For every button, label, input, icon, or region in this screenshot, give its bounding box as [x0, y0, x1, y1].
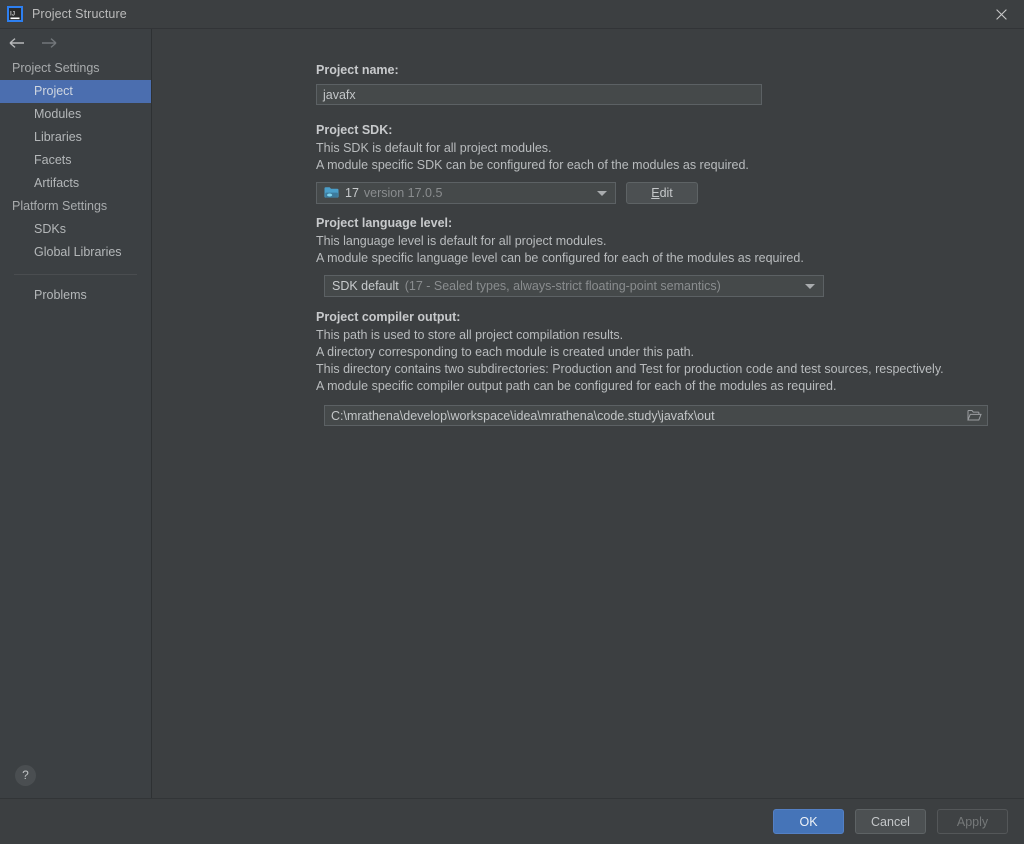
compiler-output-label: Project compiler output:: [316, 310, 461, 324]
arrow-right-icon: [40, 35, 58, 51]
project-name-section: Project name: javafx: [316, 62, 1024, 105]
project-sdk-dropdown[interactable]: 17 version 17.0.5: [316, 182, 616, 204]
sidebar-item-modules[interactable]: Modules: [0, 103, 151, 126]
compiler-output-section: Project compiler output: This path is us…: [316, 309, 1024, 426]
project-sdk-version: version 17.0.5: [363, 186, 443, 200]
folder-open-icon[interactable]: [965, 407, 984, 424]
jdk-folder-icon: [324, 186, 340, 200]
svg-text:IJ: IJ: [10, 10, 15, 17]
sidebar-group-platform-settings: Platform Settings: [12, 199, 108, 213]
compiler-output-path-value: C:\mrathena\develop\workspace\idea\mrath…: [331, 408, 715, 423]
project-name-input[interactable]: javafx: [316, 84, 762, 105]
sidebar-nav: Project Settings Project Modules Librari…: [0, 57, 151, 307]
project-sdk-desc-2: A module specific SDK can be configured …: [316, 158, 749, 172]
dialog-body: Project Settings Project Modules Librari…: [0, 29, 1024, 798]
close-icon[interactable]: [978, 0, 1024, 29]
sidebar-group-project-settings: Project Settings: [12, 61, 100, 75]
sidebar-separator: [14, 274, 137, 275]
settings-content: Project name: javafx Project SDK: This S…: [152, 29, 1024, 798]
edit-sdk-button[interactable]: Edit: [626, 182, 698, 204]
language-level-label: Project language level:: [316, 216, 453, 230]
sidebar-item-facets[interactable]: Facets: [0, 149, 151, 172]
language-level-section: Project language level: This language le…: [316, 215, 1024, 297]
project-sdk-label: Project SDK:: [316, 123, 393, 137]
language-level-value: SDK default: [332, 279, 399, 293]
compiler-output-desc-1: This path is used to store all project c…: [316, 328, 624, 342]
arrow-left-icon[interactable]: [8, 35, 26, 51]
language-level-detail: (17 - Sealed types, always-strict floati…: [404, 279, 721, 293]
intellij-idea-icon: IJ: [7, 6, 23, 22]
ok-button[interactable]: OK: [773, 809, 844, 834]
title-bar: IJ Project Structure: [0, 0, 1024, 29]
compiler-output-path-field[interactable]: C:\mrathena\develop\workspace\idea\mrath…: [324, 405, 988, 426]
language-level-dropdown[interactable]: SDK default (17 - Sealed types, always-s…: [324, 275, 824, 297]
cancel-button[interactable]: Cancel: [855, 809, 926, 834]
help-icon[interactable]: ?: [15, 764, 36, 786]
compiler-output-desc-4: A module specific compiler output path c…: [316, 379, 837, 393]
language-level-desc-2: A module specific language level can be …: [316, 251, 804, 265]
project-sdk-value: 17: [345, 186, 359, 200]
window-title: Project Structure: [32, 7, 127, 21]
sidebar-item-sdks[interactable]: SDKs: [0, 218, 151, 241]
project-structure-dialog: IJ Project Structure Project Settings Pr…: [0, 0, 1024, 844]
project-sdk-desc-1: This SDK is default for all project modu…: [316, 141, 552, 155]
sidebar: Project Settings Project Modules Librari…: [0, 29, 152, 798]
apply-button: Apply: [937, 809, 1008, 834]
edit-button-label: dit: [659, 186, 673, 200]
sidebar-item-global-libraries[interactable]: Global Libraries: [0, 241, 151, 264]
sidebar-item-project[interactable]: Project: [0, 80, 151, 103]
chevron-down-icon: [597, 190, 607, 196]
help-button-area: ?: [0, 752, 151, 798]
sidebar-item-problems[interactable]: Problems: [0, 284, 151, 307]
chevron-down-icon: [805, 283, 815, 289]
sidebar-item-libraries[interactable]: Libraries: [0, 126, 151, 149]
project-name-label: Project name:: [316, 63, 399, 77]
dialog-footer: OK Cancel Apply: [0, 798, 1024, 844]
language-level-desc-1: This language level is default for all p…: [316, 234, 607, 248]
project-sdk-section: Project SDK: This SDK is default for all…: [316, 122, 1024, 204]
sidebar-item-artifacts[interactable]: Artifacts: [0, 172, 151, 195]
nav-arrows: [0, 29, 151, 57]
compiler-output-desc-2: A directory corresponding to each module…: [316, 345, 694, 359]
edit-button-mnemonic: E: [651, 186, 660, 200]
compiler-output-desc-3: This directory contains two subdirectori…: [316, 362, 944, 376]
